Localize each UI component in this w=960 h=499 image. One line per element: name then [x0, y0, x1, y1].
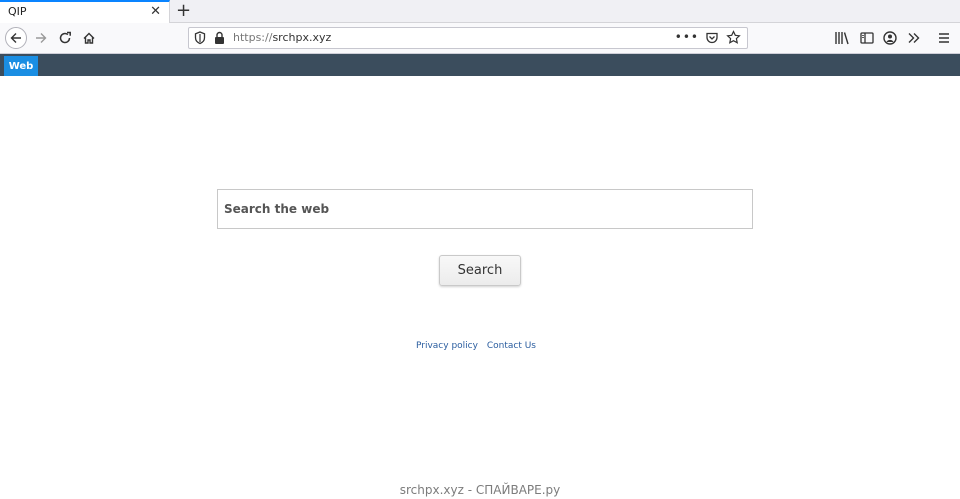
arrow-left-icon	[10, 33, 21, 43]
library-icon[interactable]	[834, 30, 850, 46]
new-tab-icon[interactable]: +	[176, 0, 191, 22]
browser-tab[interactable]: QIP ✕	[0, 0, 170, 23]
site-header: Web	[0, 54, 960, 76]
navigation-bar: https://srchpx.xyz •••	[0, 23, 960, 54]
arrow-right-icon	[36, 33, 47, 43]
home-button[interactable]	[78, 27, 100, 49]
shield-icon[interactable]	[194, 31, 206, 45]
tab-strip: QIP ✕ +	[0, 0, 960, 23]
search-button[interactable]: Search	[439, 255, 521, 286]
account-icon[interactable]	[882, 30, 898, 46]
overflow-icon[interactable]	[906, 30, 922, 46]
forward-button[interactable]	[30, 27, 52, 49]
back-button[interactable]	[5, 27, 27, 49]
pocket-icon[interactable]	[705, 31, 719, 45]
tab-title: QIP	[8, 5, 27, 18]
web-tab[interactable]: Web	[4, 56, 38, 76]
url-bar[interactable]: https://srchpx.xyz •••	[188, 27, 748, 49]
menu-icon[interactable]	[936, 30, 952, 46]
page-actions-icon[interactable]: •••	[675, 30, 699, 44]
reload-button[interactable]	[54, 27, 76, 49]
star-icon[interactable]	[726, 30, 741, 45]
sidebar-icon[interactable]	[859, 30, 875, 46]
tab-close-icon[interactable]: ✕	[150, 4, 161, 20]
contact-us-link[interactable]: Contact Us	[487, 341, 536, 351]
privacy-policy-link[interactable]: Privacy policy	[416, 341, 478, 351]
url-host: srchpx.xyz	[272, 31, 332, 44]
search-input[interactable]	[217, 189, 753, 229]
lock-icon[interactable]	[214, 31, 225, 45]
reload-icon	[59, 31, 71, 44]
footer-links: Privacy policy Contact Us	[0, 341, 952, 351]
url-scheme: https://	[233, 31, 273, 44]
url-text[interactable]: https://srchpx.xyz	[233, 31, 331, 44]
home-icon	[83, 32, 95, 44]
watermark: srchpx.xyz - СПАЙВАРЕ.ру	[399, 483, 561, 497]
